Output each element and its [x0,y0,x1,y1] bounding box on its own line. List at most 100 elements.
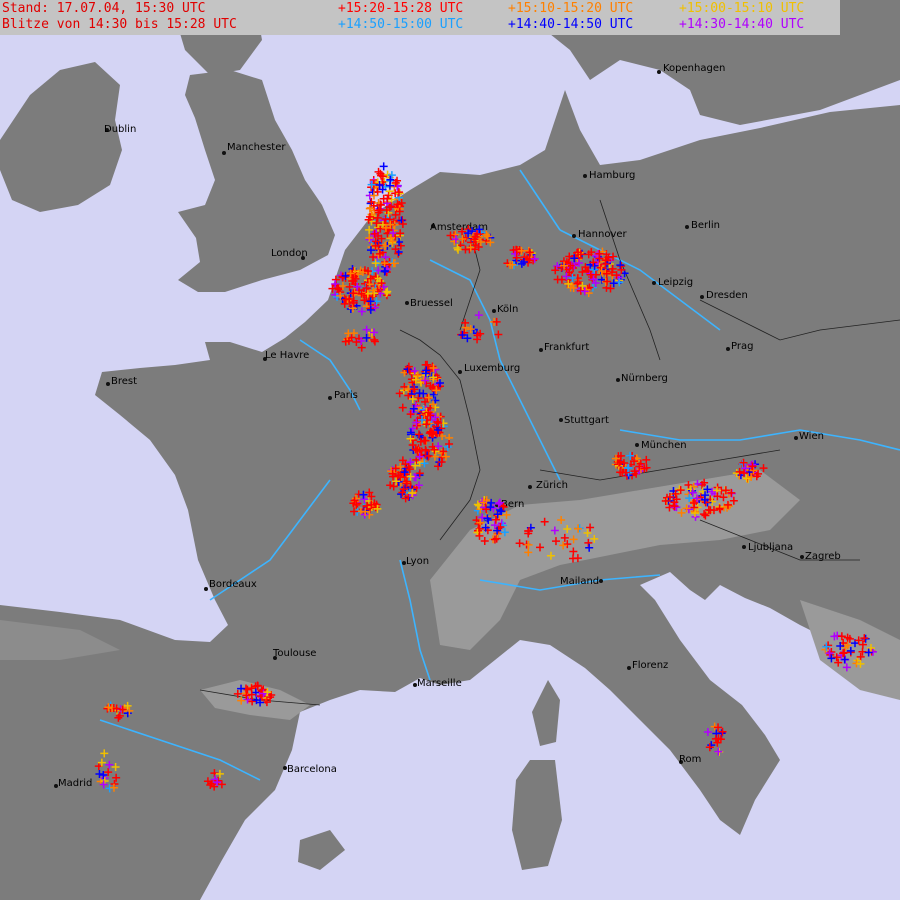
city-luxemburg[interactable]: Luxemburg [458,363,520,374]
lightning-map[interactable]: Dublin Manchester London Amsterdam Hambu… [0,0,900,900]
city-label: Köln [497,304,518,315]
map-window: Dublin Manchester London Amsterdam Hambu… [0,0,900,900]
legend-label: 15:20-15:28 UTC [345,1,464,16]
city-dot [405,301,409,305]
city-toulouse[interactable]: Toulouse [272,648,316,660]
status-timestamp: Stand: 17.07.04, 15:30 UTC [2,1,206,16]
city-label: Bern [501,499,524,510]
city-marseille[interactable]: Marseille [413,678,462,689]
city-muenchen[interactable]: München [635,440,687,451]
city-brest[interactable]: Brest [106,376,137,387]
city-label: Dublin [104,124,136,135]
legend-label: 14:50-15:00 UTC [345,17,464,32]
city-leipzig[interactable]: Leipzig [652,277,693,288]
city-dot [627,666,631,670]
city-berlin[interactable]: Berlin [685,220,720,231]
city-frankfurt[interactable]: Frankfurt [539,342,589,353]
city-dot [657,70,661,74]
cross-icon: + [338,1,346,16]
city-le-havre[interactable]: Le Havre [263,350,309,361]
legend-item-1500: +15:00-15:10 UTC [679,1,804,17]
city-bruessel[interactable]: Bruessel [405,298,453,309]
city-hannover[interactable]: Hannover [572,229,628,240]
legend-label: 15:00-15:10 UTC [686,1,805,16]
city-label: Marseille [417,678,462,689]
city-dot [106,382,110,386]
cross-icon: + [508,1,516,16]
city-label: Bruessel [410,298,453,309]
city-dot [492,309,496,313]
city-florenz[interactable]: Florenz [627,660,668,671]
city-ljubljana[interactable]: Ljubljana [742,542,793,553]
city-prag[interactable]: Prag [726,341,753,352]
city-label: Berlin [691,220,720,231]
city-label: Zürich [536,480,568,491]
city-dot [700,295,704,299]
city-zagreb[interactable]: Zagreb [800,551,841,562]
city-label: Le Havre [265,350,309,361]
city-london[interactable]: London [271,248,308,260]
city-label: Ljubljana [748,542,793,553]
city-label: Dresden [706,290,748,301]
legend-label: 14:40-14:50 UTC [515,17,634,32]
city-label: Kopenhagen [663,63,725,74]
city-rom[interactable]: Rom [679,754,701,765]
city-label: Rom [679,754,701,765]
city-mailand[interactable]: Mailand [560,576,603,587]
city-dot [539,348,543,352]
city-stuttgart[interactable]: Stuttgart [559,415,609,426]
city-dot [572,234,576,238]
city-dot [222,151,226,155]
city-label: Bordeaux [209,579,257,590]
legend-item-1440: +14:40-14:50 UTC [508,17,633,33]
time-range: Blitze von 14:30 bis 15:28 UTC [2,17,237,32]
city-label: Hannover [578,229,628,240]
city-dot [204,587,208,591]
city-hamburg[interactable]: Hamburg [583,170,635,181]
city-label: Lyon [406,556,429,567]
city-dot [794,436,798,440]
city-dot [328,396,332,400]
city-label: Wien [799,431,824,442]
city-dot [559,418,563,422]
city-dot [583,174,587,178]
legend-item-1430: +14:30-14:40 UTC [679,17,804,33]
city-bordeaux[interactable]: Bordeaux [204,579,257,591]
city-label: Stuttgart [564,415,609,426]
city-label: Frankfurt [544,342,589,353]
city-dot [800,555,804,559]
city-nuernberg[interactable]: Nürnberg [616,373,668,384]
city-label: Zagreb [805,551,841,562]
header-bar: Stand: 17.07.04, 15:30 UTC Blitze von 14… [0,0,840,35]
city-dublin[interactable]: Dublin [104,124,136,135]
city-madrid[interactable]: Madrid [54,778,92,789]
city-label: Barcelona [287,764,337,775]
city-dot [528,485,532,489]
legend-label: 15:10-15:20 UTC [515,1,634,16]
city-dot [742,545,746,549]
city-label: Leipzig [658,277,693,288]
city-barcelona[interactable]: Barcelona [283,764,337,775]
city-lyon[interactable]: Lyon [402,556,429,567]
legend-item-1510: +15:10-15:20 UTC [508,1,633,17]
city-dot [652,281,656,285]
city-label: Prag [731,341,753,352]
city-label: Luxemburg [464,363,520,374]
city-label: Mailand [560,576,599,587]
city-label: Hamburg [589,170,635,181]
cross-icon: + [508,17,516,32]
city-label: Toulouse [272,648,316,659]
city-dot [685,225,689,229]
cross-icon: + [679,17,687,32]
city-kopenhagen[interactable]: Kopenhagen [657,63,725,74]
legend-item-1450: +14:50-15:00 UTC [338,17,463,33]
city-dresden[interactable]: Dresden [700,290,748,301]
city-label: Manchester [227,142,286,153]
city-label: Florenz [632,660,668,671]
city-label: Nürnberg [621,373,668,384]
city-wien[interactable]: Wien [794,431,824,442]
city-label: Brest [111,376,137,387]
legend-item-1520: +15:20-15:28 UTC [338,1,463,17]
city-dot [616,378,620,382]
city-label: Madrid [58,778,92,789]
